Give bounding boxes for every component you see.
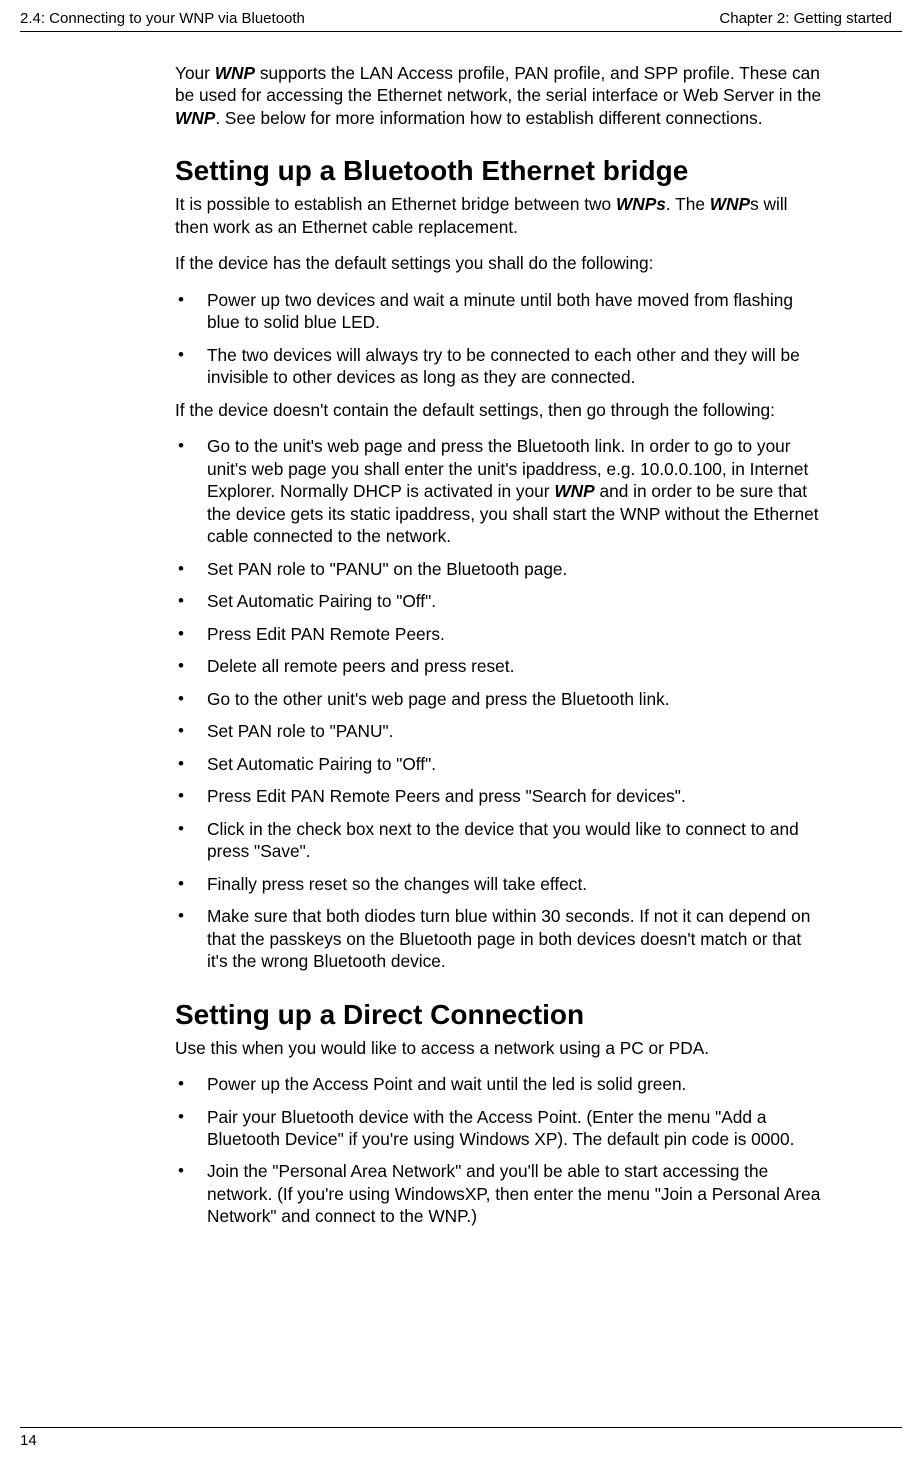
list-item: Power up two devices and wait a minute u… <box>175 289 822 334</box>
nondefault-settings-list: Go to the unit's web page and press the … <box>175 435 822 972</box>
product-name-plural: WNPs <box>616 194 666 214</box>
list-item: Pair your Bluetooth device with the Acce… <box>175 1106 822 1151</box>
list-item: Go to the other unit's web page and pres… <box>175 688 822 710</box>
text-fragment: . See below for more information how to … <box>215 108 762 128</box>
section1-paragraph-3: If the device doesn't contain the defaul… <box>175 399 822 421</box>
list-item: Finally press reset so the changes will … <box>175 873 822 895</box>
page-header: 2.4: Connecting to your WNP via Bluetoot… <box>0 0 922 31</box>
list-item: Set Automatic Pairing to "Off". <box>175 590 822 612</box>
product-name: WNP <box>710 194 750 214</box>
section-heading-direct-connection: Setting up a Direct Connection <box>175 999 822 1031</box>
page-number: 14 <box>20 1432 902 1449</box>
list-item: Set PAN role to "PANU". <box>175 720 822 742</box>
header-rule <box>20 31 902 32</box>
section2-paragraph-1: Use this when you would like to access a… <box>175 1037 822 1059</box>
list-item: Join the "Personal Area Network" and you… <box>175 1160 822 1227</box>
text-fragment: . The <box>666 194 710 214</box>
direct-connection-list: Power up the Access Point and wait until… <box>175 1073 822 1228</box>
footer-rule <box>20 1427 902 1428</box>
product-name: WNP <box>175 108 215 128</box>
product-name: WNP <box>215 63 255 83</box>
list-item: Set PAN role to "PANU" on the Bluetooth … <box>175 558 822 580</box>
page: 2.4: Connecting to your WNP via Bluetoot… <box>0 0 922 1471</box>
content-area: Your WNP supports the LAN Access profile… <box>0 62 922 1228</box>
section-heading-bluetooth-bridge: Setting up a Bluetooth Ethernet bridge <box>175 155 822 187</box>
text-fragment: It is possible to establish an Ethernet … <box>175 194 616 214</box>
list-item: Set Automatic Pairing to "Off". <box>175 753 822 775</box>
list-item: Press Edit PAN Remote Peers and press "S… <box>175 785 822 807</box>
list-item: The two devices will always try to be co… <box>175 344 822 389</box>
section1-paragraph-2: If the device has the default settings y… <box>175 252 822 274</box>
default-settings-list: Power up two devices and wait a minute u… <box>175 289 822 389</box>
product-name: WNP <box>554 481 594 501</box>
section1-paragraph-1: It is possible to establish an Ethernet … <box>175 193 822 238</box>
text-fragment: Your <box>175 63 215 83</box>
text-fragment: supports the LAN Access profile, PAN pro… <box>175 63 821 105</box>
page-footer: 14 <box>20 1427 902 1449</box>
list-item: Make sure that both diodes turn blue wit… <box>175 905 822 972</box>
header-right: Chapter 2: Getting started <box>719 10 892 27</box>
list-item: Click in the check box next to the devic… <box>175 818 822 863</box>
list-item: Press Edit PAN Remote Peers. <box>175 623 822 645</box>
header-left: 2.4: Connecting to your WNP via Bluetoot… <box>20 10 305 27</box>
list-item: Delete all remote peers and press reset. <box>175 655 822 677</box>
list-item: Power up the Access Point and wait until… <box>175 1073 822 1095</box>
intro-paragraph: Your WNP supports the LAN Access profile… <box>175 62 822 129</box>
list-item: Go to the unit's web page and press the … <box>175 435 822 547</box>
